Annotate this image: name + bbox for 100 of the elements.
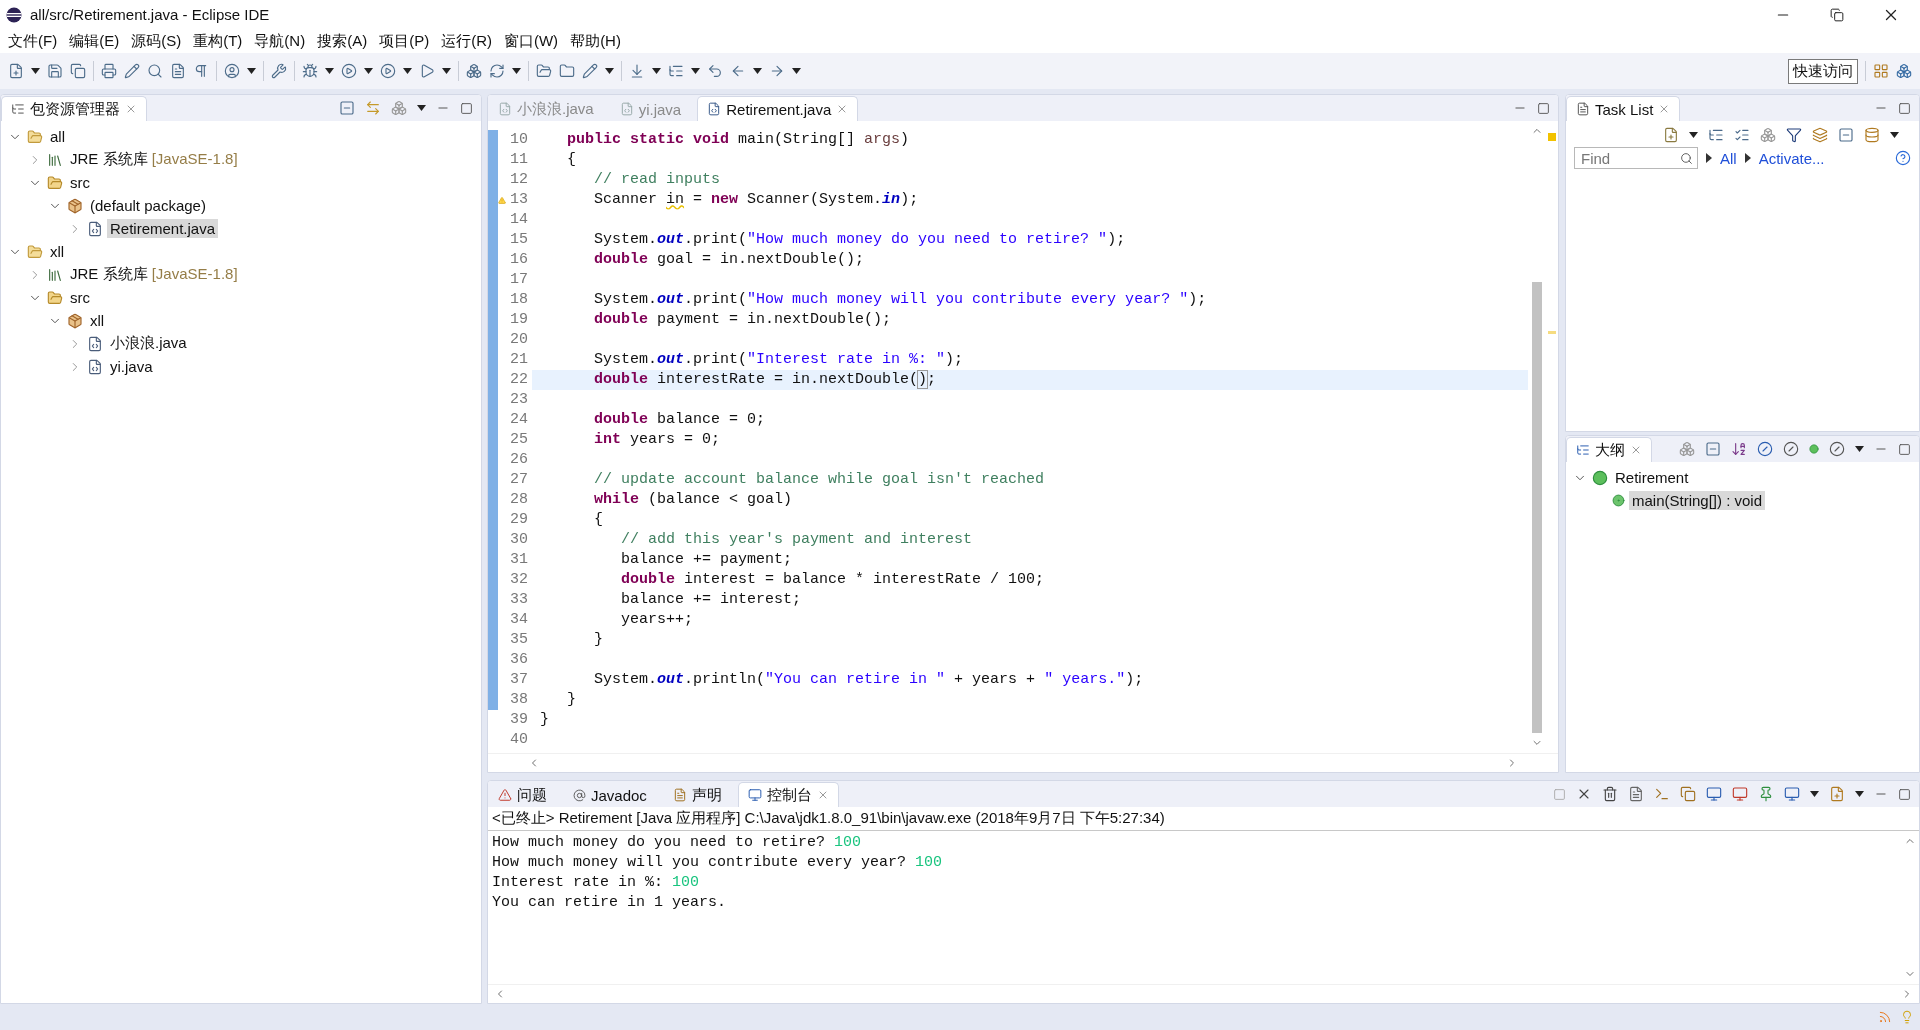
tree-item[interactable]: (default package) xyxy=(87,196,209,215)
open-folder-icon[interactable] xyxy=(536,63,552,79)
menu-item[interactable]: 窗口(W) xyxy=(497,31,565,51)
collapse-all-icon[interactable] xyxy=(1838,127,1854,143)
line-number: 18 xyxy=(509,290,529,310)
dropdown-arrow-icon[interactable] xyxy=(417,105,426,111)
menu-item[interactable]: 导航(N) xyxy=(248,31,312,51)
new-task-icon[interactable] xyxy=(1663,127,1679,143)
editor-tab[interactable]: Retirement.java xyxy=(697,96,859,121)
tree-item[interactable]: 小浪浪.java xyxy=(107,333,190,354)
class-icon xyxy=(1592,469,1608,486)
view-tab[interactable]: Javadoc xyxy=(563,782,657,807)
tree-item[interactable]: src xyxy=(67,288,93,307)
search-icon[interactable] xyxy=(147,63,163,79)
maximize-icon[interactable] xyxy=(1898,787,1911,801)
tree-item[interactable]: Retirement xyxy=(1612,468,1692,487)
new-console-icon[interactable] xyxy=(1829,786,1845,802)
dropdown-arrow-icon[interactable] xyxy=(512,68,521,74)
menu-item[interactable]: 编辑(E) xyxy=(63,31,126,51)
menu-item[interactable]: 项目(P) xyxy=(373,31,436,51)
menu-item[interactable]: 源码(S) xyxy=(125,31,188,51)
link-icon[interactable] xyxy=(365,100,381,116)
panel-tab[interactable]: Task List xyxy=(1566,96,1681,121)
tree-item[interactable]: Retirement.java xyxy=(107,219,219,238)
triangle-icon[interactable] xyxy=(1706,153,1712,163)
dropdown-arrow-icon[interactable] xyxy=(403,68,412,74)
tree-item[interactable]: all xyxy=(47,127,68,146)
remove-all-icon[interactable] xyxy=(1602,786,1618,802)
boxes-icon[interactable] xyxy=(466,63,482,79)
link[interactable]: All xyxy=(1720,149,1737,167)
save-icon[interactable] xyxy=(47,63,63,79)
menu-item[interactable]: 重构(T) xyxy=(187,31,249,51)
dropdown-arrow-icon[interactable] xyxy=(1689,132,1698,138)
forward-icon[interactable] xyxy=(769,63,785,79)
triangle-icon[interactable] xyxy=(1744,153,1751,163)
categorized-icon[interactable] xyxy=(1708,127,1724,143)
dropdown-arrow-icon[interactable] xyxy=(605,68,614,74)
print-icon[interactable] xyxy=(101,63,117,79)
pencil-icon[interactable] xyxy=(124,63,140,79)
dropdown-arrow-icon[interactable] xyxy=(1890,132,1899,138)
collapse-all-icon[interactable] xyxy=(1705,441,1721,457)
menu-item[interactable]: 文件(F) xyxy=(2,31,64,51)
bug-icon[interactable] xyxy=(302,63,318,79)
link[interactable]: Activate... xyxy=(1758,149,1825,167)
view-tab[interactable]: 问题 xyxy=(488,782,557,807)
maximize-icon[interactable] xyxy=(1898,101,1911,115)
collapse-all-icon[interactable] xyxy=(339,100,355,116)
line-number: 34 xyxy=(509,610,529,630)
dropdown-arrow-icon[interactable] xyxy=(792,68,801,74)
pilcrow-icon[interactable] xyxy=(193,63,209,79)
tree-item[interactable]: main(String[]) : void xyxy=(1629,491,1766,510)
dropdown-arrow-icon[interactable] xyxy=(1855,446,1864,452)
search-icon[interactable] xyxy=(1680,152,1693,165)
last-edit-icon[interactable] xyxy=(707,63,723,79)
folder-icon[interactable] xyxy=(559,63,575,79)
scheduled-icon[interactable] xyxy=(1734,127,1750,143)
panel-tab[interactable]: 包资源管理器 xyxy=(1,96,147,121)
back-icon[interactable] xyxy=(730,63,746,79)
user-icon[interactable] xyxy=(224,63,240,79)
dropdown-arrow-icon[interactable] xyxy=(31,68,40,74)
tree-item[interactable]: JRE 系统库 [JavaSE-1.8] xyxy=(67,264,241,285)
tree-item[interactable]: src xyxy=(67,173,93,192)
find-field[interactable]: Find xyxy=(1574,147,1698,169)
help-icon[interactable] xyxy=(1895,150,1911,166)
tree-item[interactable]: yi.java xyxy=(107,357,156,376)
java-perspective-icon[interactable] xyxy=(1896,63,1912,79)
file-icon xyxy=(87,220,103,237)
dropdown-arrow-icon[interactable] xyxy=(1855,791,1864,797)
tree-item[interactable]: JRE 系统库 [JavaSE-1.8] xyxy=(67,149,241,170)
restore-icon[interactable] xyxy=(1830,7,1844,22)
dropdown-arrow-icon[interactable] xyxy=(247,68,256,74)
view-tab[interactable]: 声明 xyxy=(662,782,732,807)
dropdown-arrow-icon[interactable] xyxy=(753,68,762,74)
dropdown-arrow-icon[interactable] xyxy=(652,68,661,74)
dropdown-arrow-icon[interactable] xyxy=(691,68,700,74)
maximize-icon[interactable] xyxy=(1537,101,1550,115)
maximize-icon[interactable] xyxy=(1898,442,1911,456)
sort-icon[interactable] xyxy=(1731,441,1747,457)
run-icon[interactable] xyxy=(341,63,357,79)
external-run-icon[interactable] xyxy=(419,63,435,79)
menu-item[interactable]: 运行(R) xyxy=(435,31,498,51)
document-icon[interactable] xyxy=(170,63,186,79)
maximize-icon[interactable] xyxy=(460,101,473,115)
new-file-icon[interactable] xyxy=(8,63,24,79)
open-perspective-icon[interactable] xyxy=(1873,63,1889,79)
view-tab[interactable]: 控制台 xyxy=(737,782,839,807)
tree-item[interactable]: xll xyxy=(47,242,68,261)
wrench-icon[interactable] xyxy=(271,63,287,79)
pin-icon[interactable] xyxy=(1758,786,1774,802)
feed-icon[interactable] xyxy=(1878,1010,1892,1024)
quick-access-field[interactable]: 快速访问 xyxy=(1788,58,1858,84)
menu-item[interactable]: 帮助(H) xyxy=(564,31,627,51)
dropdown-arrow-icon[interactable] xyxy=(1810,791,1819,797)
dropdown-arrow-icon[interactable] xyxy=(364,68,373,74)
tree-item[interactable]: xll xyxy=(87,311,108,330)
menu-item[interactable]: 搜索(A) xyxy=(311,31,374,51)
dropdown-arrow-icon[interactable] xyxy=(325,68,334,74)
refresh-icon[interactable] xyxy=(489,63,505,79)
panel-tab[interactable]: 大纲 xyxy=(1566,437,1652,462)
dropdown-arrow-icon[interactable] xyxy=(442,68,451,74)
